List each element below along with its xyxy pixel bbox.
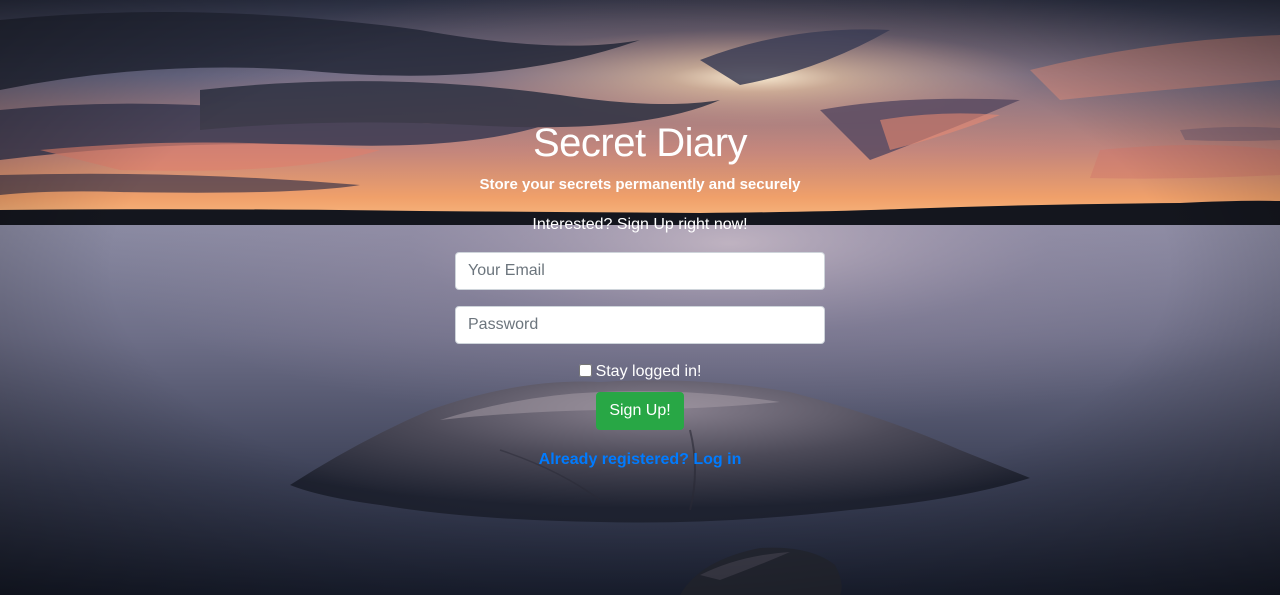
stay-logged-in-checkbox[interactable] [578,364,592,377]
signup-prompt: Interested? Sign Up right now! [532,216,748,233]
tagline: Store your secrets permanently and secur… [479,176,801,193]
login-link[interactable]: Already registered? Log in [539,451,742,468]
page-title: Secret Diary [532,121,748,165]
stay-logged-in-label: Stay logged in! [595,363,702,380]
signup-panel: Secret Diary Store your secrets permanen… [0,0,1280,595]
signup-button[interactable]: Sign Up! [596,392,684,430]
email-field[interactable] [455,252,825,290]
switch-link-row: Already registered? Log in [0,450,1280,469]
stay-logged-in-row: Stay logged in! [0,362,1280,382]
password-field[interactable] [455,306,825,344]
